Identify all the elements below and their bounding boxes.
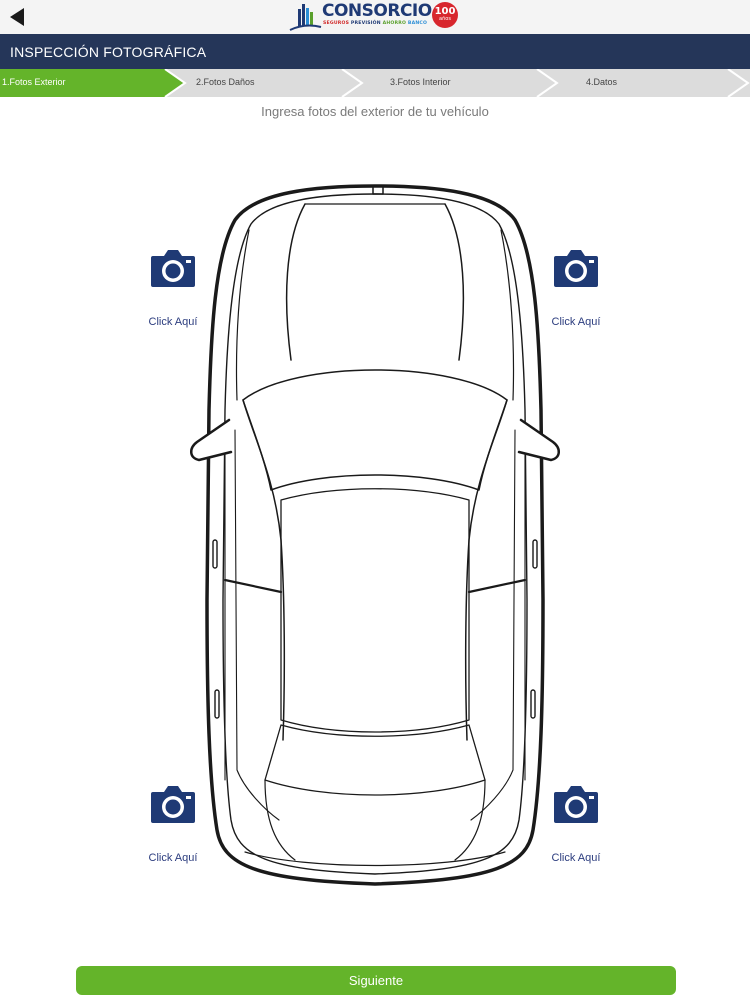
camera-icon [151, 250, 195, 287]
back-arrow-icon[interactable] [6, 6, 28, 28]
click-here-link[interactable]: Click Aquí [138, 852, 208, 864]
step-fotos-exterior[interactable]: 1.Fotos Exterior [2, 77, 66, 87]
camera-icon [151, 786, 195, 823]
step-datos[interactable]: 4.Datos [586, 77, 617, 87]
logo-subtitle: SEGUROS PREVISIÓN AHORRO BANCO [323, 21, 428, 26]
page-header: INSPECCIÓN FOTOGRÁFICA [0, 34, 750, 69]
click-here-link[interactable]: Click Aquí [541, 852, 611, 864]
camera-icon [554, 786, 598, 823]
steps-background [0, 69, 750, 97]
step-fotos-danos[interactable]: 2.Fotos Daños [196, 77, 255, 87]
logo-mark-icon [289, 4, 322, 31]
click-here-link[interactable]: Click Aquí [138, 316, 208, 328]
camera-button-front-left[interactable]: Click Aquí [138, 248, 208, 328]
logo-text: CONSORCIO [322, 1, 432, 21]
next-button[interactable]: Siguiente [76, 966, 676, 995]
centenary-badge: 100 años [432, 2, 458, 28]
top-bar: CONSORCIO SEGUROS PREVISIÓN AHORRO BANCO… [0, 0, 750, 34]
click-here-link[interactable]: Click Aquí [541, 316, 611, 328]
progress-steps: 1.Fotos Exterior 2.Fotos Daños 3.Fotos I… [0, 69, 750, 97]
camera-button-rear-left[interactable]: Click Aquí [138, 784, 208, 864]
step-fotos-interior[interactable]: 3.Fotos Interior [390, 77, 451, 87]
instruction-text: Ingresa fotos del exterior de tu vehícul… [261, 104, 489, 119]
camera-button-rear-right[interactable]: Click Aquí [541, 784, 611, 864]
car-top-view-diagram [190, 184, 560, 886]
camera-icon [554, 250, 598, 287]
consorcio-logo: CONSORCIO SEGUROS PREVISIÓN AHORRO BANCO… [288, 0, 460, 34]
camera-button-front-right[interactable]: Click Aquí [541, 248, 611, 328]
page-title: INSPECCIÓN FOTOGRÁFICA [10, 44, 207, 60]
